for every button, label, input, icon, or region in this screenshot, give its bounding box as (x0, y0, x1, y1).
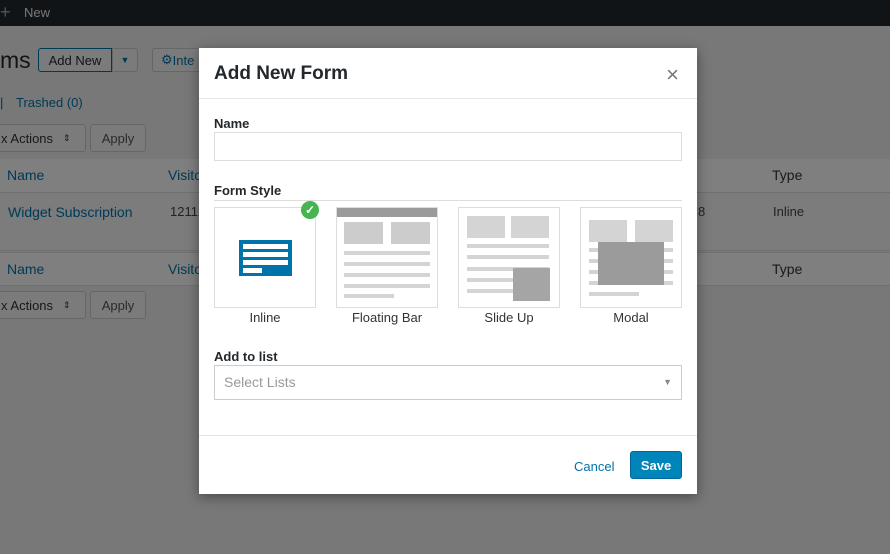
save-button[interactable]: Save (630, 451, 682, 479)
list-select[interactable]: Select Lists ▼ (214, 365, 682, 400)
style-floating-bar[interactable] (336, 207, 438, 308)
style-label: Inline (249, 310, 281, 325)
close-icon[interactable]: × (666, 62, 679, 88)
name-input[interactable] (214, 132, 682, 161)
cancel-button[interactable]: Cancel (574, 459, 614, 474)
divider (214, 200, 682, 201)
style-modal[interactable] (580, 207, 682, 308)
style-label: Floating Bar (351, 310, 423, 325)
divider (199, 435, 697, 436)
chevron-down-icon: ▼ (663, 377, 672, 387)
inline-illustration (239, 240, 292, 276)
style-label: Slide Up (484, 310, 534, 325)
name-label: Name (214, 116, 250, 131)
add-form-modal: Add New Form × Name Form Style ✓ Inline … (199, 48, 697, 494)
style-slide-up[interactable] (458, 207, 560, 308)
add-to-list-label: Add to list (214, 349, 278, 364)
style-inline[interactable]: ✓ (214, 201, 319, 308)
form-style-label: Form Style (214, 183, 282, 198)
divider (199, 98, 697, 99)
check-icon: ✓ (301, 201, 319, 219)
style-label: Modal (613, 310, 649, 325)
modal-title: Add New Form (214, 63, 349, 84)
list-placeholder: Select Lists (224, 374, 296, 390)
